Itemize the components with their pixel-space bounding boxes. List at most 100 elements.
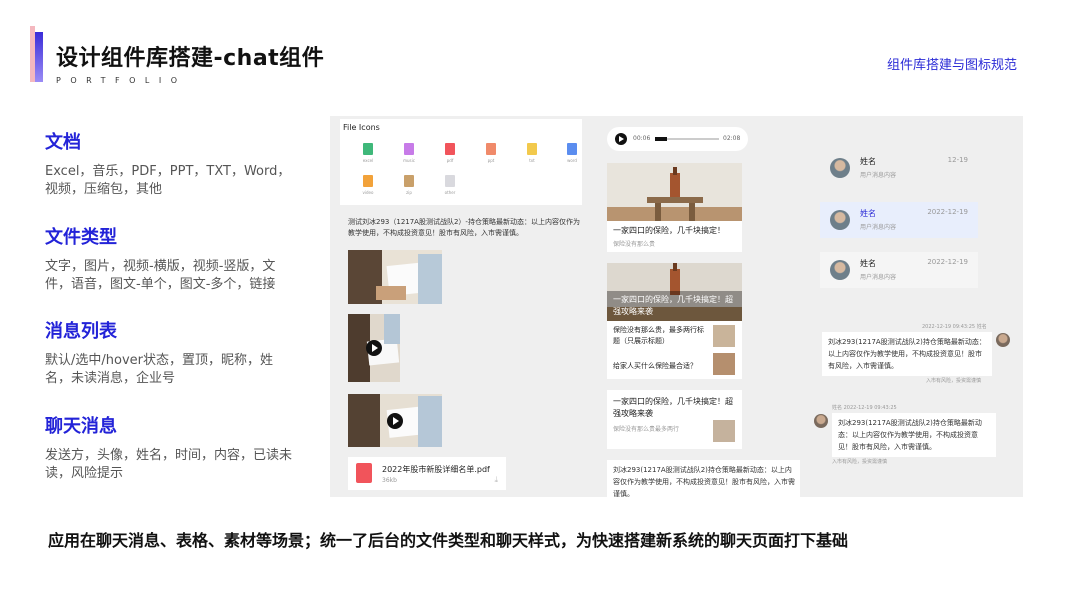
video-message-vertical[interactable] — [348, 314, 400, 382]
video-icon — [363, 175, 373, 187]
conversation-time: 2022-12-19 — [927, 208, 968, 216]
audio-end-time: 02:08 — [723, 135, 741, 142]
video-file-icon[interactable]: video — [348, 175, 388, 195]
article-sub-item[interactable]: 给家人买什么保险最合适？ — [613, 360, 707, 372]
zip-file-icon[interactable]: zip — [389, 175, 429, 195]
file-icons-card: File Icons excel music pdf ppt txt word … — [340, 119, 582, 205]
file-icon-label: txt — [529, 158, 535, 163]
article-cover-image — [607, 163, 742, 221]
file-icons-title: File Icons — [343, 123, 380, 132]
text-message: 刘冰293(1217A股测试战队2)持仓策略最新动态：以上内容仅作为教学使用，不… — [613, 466, 795, 497]
file-icon-label: ppt — [487, 158, 495, 163]
file-icon-label: excel — [362, 158, 374, 163]
chat-bubble-received[interactable]: 刘冰293(1217A股测试战队2)持仓策略最新动态：以上内容仅作为教学使用，不… — [832, 413, 996, 457]
conversation-time: 2022-12-19 — [927, 258, 968, 266]
txt-file-icon[interactable]: txt — [512, 143, 552, 163]
file-message-card[interactable]: 2022年股市新股详细名单.pdf 36kb ⤓ — [348, 457, 506, 490]
music-icon — [404, 143, 414, 155]
page-subtitle: PORTFOLIO — [56, 76, 187, 85]
top-link[interactable]: 组件库搭建与图标规范 — [887, 54, 1017, 73]
link-title: 一家四口的保险，几千块搞定！超强攻略来袭 — [613, 397, 733, 418]
link-message-card[interactable]: 一家四口的保险，几千块搞定！超强攻略来袭 保险没有那么贵最多两行 — [607, 390, 742, 449]
section-file-types: 文件类型 文字，图片，视频-横版，视频-竖版，文件，语音，图文-单个，图文-多个… — [45, 223, 295, 294]
conversation-preview: 用户消息内容 — [860, 274, 897, 281]
excel-icon — [363, 143, 373, 155]
section-heading: 消息列表 — [45, 321, 117, 342]
zip-icon — [404, 175, 414, 187]
avatar — [830, 158, 850, 178]
link-thumbnail — [713, 420, 735, 442]
excel-file-icon[interactable]: excel — [348, 143, 388, 163]
file-icon-label: pdf — [446, 158, 454, 163]
avatar — [814, 414, 828, 428]
conversation-name: 姓名 — [860, 209, 876, 218]
section-body: Excel，音乐，PDF，PPT，TXT，Word，视频，压缩包，其他 — [45, 164, 291, 197]
section-documents: 文档 Excel，音乐，PDF，PPT，TXT，Word，视频，压缩包，其他 — [45, 128, 295, 199]
conversation-preview: 用户消息内容 — [860, 224, 897, 231]
conversation-name: 姓名 — [860, 259, 876, 268]
word-icon — [567, 143, 577, 155]
audio-progress — [655, 137, 667, 141]
file-icon-label: other — [444, 190, 456, 195]
avatar — [830, 210, 850, 230]
video-message-horizontal[interactable] — [348, 394, 442, 447]
play-icon[interactable] — [387, 413, 403, 429]
logo-bar-purple — [35, 32, 43, 82]
conversation-item[interactable]: 姓名 12-19 用户消息内容 — [820, 150, 978, 186]
section-heading: 文件类型 — [45, 227, 117, 248]
link-meta: 保险没有那么贵最多两行 — [613, 426, 680, 433]
file-icon-label: zip — [406, 190, 412, 195]
article-card-multi[interactable]: 一家四口的保险，几千块搞定！超强攻略来袭 保险没有那么贵，最多两行标题（只展示标… — [607, 263, 742, 379]
section-chat-messages: 聊天消息 发送方，头像，姓名，时间，内容，已读未读，风险提示 — [45, 412, 295, 483]
conversation-preview: 用户消息内容 — [860, 172, 897, 179]
conversation-time: 12-19 — [947, 156, 968, 164]
word-file-icon[interactable]: word — [552, 143, 592, 163]
image-message[interactable] — [348, 250, 442, 304]
section-body: 文字，图片，视频-横版，视频-竖版，文件，语音，图文-单个，图文-多个，链接 — [45, 259, 276, 292]
voice-message[interactable]: 00:06 02:08 — [607, 127, 748, 151]
page-title: 设计组件库搭建-chat组件 — [56, 46, 325, 71]
message-meta: 姓名 2022-12-19 09:43:25 — [832, 405, 897, 411]
file-name: 2022年股市新股详细名单.pdf — [382, 465, 490, 474]
article-sub-item[interactable]: 保险没有那么贵，最多两行标题（只展示标题） — [613, 325, 707, 347]
article-thumbnail — [713, 325, 735, 347]
other-file-icon[interactable]: other — [430, 175, 470, 195]
conversation-item-selected[interactable]: 姓名 2022-12-19 用户消息内容 — [820, 202, 978, 238]
file-icon-label: music — [403, 158, 415, 163]
logo-mark — [30, 26, 44, 82]
article-meta: 保险没有那么贵 — [613, 241, 656, 248]
bottom-summary: 应用在聊天消息、表格、素材等场景；统一了后台的文件类型和聊天样式，为快速搭建新系… — [48, 531, 849, 550]
article-cover-title: 一家四口的保险，几千块搞定！超强攻略来袭 — [613, 295, 733, 316]
pdf-icon — [445, 143, 455, 155]
article-thumbnail — [713, 353, 735, 375]
component-showcase-panel: File Icons excel music pdf ppt txt word … — [330, 116, 1023, 497]
file-icon-label: video — [362, 190, 374, 195]
section-body: 发送方，头像，姓名，时间，内容，已读未读，风险提示 — [45, 448, 293, 481]
download-icon[interactable]: ⤓ — [494, 475, 498, 485]
music-file-icon[interactable]: music — [389, 143, 429, 163]
txt-icon — [527, 143, 537, 155]
play-icon[interactable] — [615, 133, 627, 145]
ppt-file-icon[interactable]: ppt — [471, 143, 511, 163]
file-size: 36kb — [382, 477, 397, 484]
text-message: 测试刘冰293（1217A股测试战队2）-持仓策略最新动态：以上内容仅作为教学使… — [348, 218, 580, 237]
play-icon[interactable] — [366, 340, 382, 356]
conversation-name: 姓名 — [860, 157, 876, 166]
pdf-file-icon[interactable]: pdf — [430, 143, 470, 163]
audio-start-time: 00:06 — [633, 135, 651, 142]
section-heading: 文档 — [45, 132, 81, 153]
article-title: 一家四口的保险，几千块搞定！ — [613, 226, 725, 235]
section-heading: 聊天消息 — [45, 416, 117, 437]
chat-bubble-sent[interactable]: 刘冰293(1217A股测试战队2)持仓策略最新动态：以上内容仅作为教学使用，不… — [822, 332, 992, 376]
avatar — [996, 333, 1010, 347]
pdf-icon — [356, 463, 372, 483]
conversation-item-hover[interactable]: 姓名 2022-12-19 用户消息内容 — [820, 252, 978, 288]
other-icon — [445, 175, 455, 187]
risk-notice: 入市有风险，投资需谨慎 — [926, 378, 982, 384]
photo-image — [348, 250, 442, 304]
text-message-card: 刘冰293(1217A股测试战队2)持仓策略最新动态：以上内容仅作为教学使用，不… — [607, 460, 800, 497]
article-card-single[interactable]: 一家四口的保险，几千块搞定！ 保险没有那么贵 — [607, 163, 742, 252]
file-icon-label: word — [567, 158, 577, 163]
message-meta: 2022-12-19 09:43:25 姓名 — [922, 324, 987, 330]
ppt-icon — [486, 143, 496, 155]
